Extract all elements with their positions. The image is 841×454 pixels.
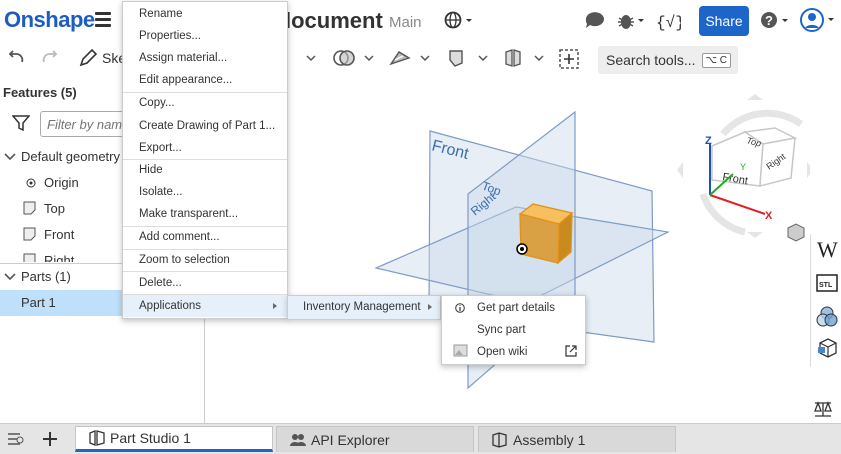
- z-axis-label: Z: [705, 135, 712, 147]
- menu-item-zoom-to-selection[interactable]: Zoom to selection: [123, 249, 287, 271]
- menu-item-properties[interactable]: Properties...: [123, 25, 287, 47]
- plane-icon: [23, 227, 36, 241]
- view-options-icon[interactable]: [787, 223, 810, 242]
- tab-label: API Explorer: [311, 431, 390, 448]
- wikipedia-icon[interactable]: W: [816, 237, 838, 261]
- inventory-submenu: Get part details Sync part Open wiki: [441, 295, 586, 365]
- add-tab-icon[interactable]: [42, 431, 58, 447]
- y-axis-label: Y: [740, 162, 746, 172]
- tab-assembly-1[interactable]: Assembly 1: [478, 426, 676, 452]
- menu-item-isolate[interactable]: Isolate...: [123, 181, 287, 203]
- color-circles-icon[interactable]: [815, 305, 839, 329]
- part-studio-icon: [89, 430, 105, 446]
- submenu-arrow-icon: [428, 304, 432, 310]
- help-icon[interactable]: ?: [760, 11, 792, 31]
- chat-icon[interactable]: [584, 11, 606, 31]
- wiki-image-icon: [453, 344, 468, 357]
- menu-item-assign-material[interactable]: Assign material...: [123, 47, 287, 69]
- extrude-dropdown-icon[interactable]: [287, 48, 317, 68]
- cube-export-icon[interactable]: [816, 337, 838, 359]
- search-tools-input[interactable]: Search tools... ⌥ C: [598, 46, 738, 74]
- external-link-icon: [565, 345, 577, 357]
- plane-icon: [23, 253, 36, 262]
- features-header: Features (5): [3, 85, 77, 100]
- api-users-icon: [290, 433, 306, 446]
- tree-item-label: Top: [44, 201, 65, 216]
- menu-item-applications[interactable]: Applications: [123, 295, 287, 317]
- search-shortcut-badge: ⌥ C: [701, 52, 732, 68]
- document-title[interactable]: locument: [285, 8, 383, 34]
- right-app-strip: W STL: [810, 234, 841, 367]
- share-button[interactable]: Share: [699, 6, 749, 36]
- sketch-pencil-icon[interactable]: [78, 48, 98, 68]
- menu-item-sync-part[interactable]: Sync part: [477, 319, 526, 341]
- part-1-body[interactable]: [518, 203, 574, 265]
- menu-item-rename[interactable]: Rename: [123, 3, 287, 25]
- search-tools-label: Search tools...: [606, 52, 696, 68]
- redo-icon[interactable]: [40, 48, 60, 66]
- part-context-menu: Rename Properties... Assign material... …: [122, 1, 288, 319]
- menu-item-applications-label: Applications: [139, 300, 202, 312]
- tree-item-label: Default geometry: [21, 149, 120, 164]
- menu-item-get-part-details[interactable]: Get part details: [477, 297, 555, 319]
- document-branch[interactable]: Main: [389, 14, 422, 31]
- info-icon: [455, 303, 465, 313]
- filter-input[interactable]: [40, 111, 130, 137]
- origin-icon: [26, 178, 36, 188]
- tab-bar: Part Studio 1 API Explorer Assembly 1: [0, 423, 841, 454]
- menu-item-inventory-management[interactable]: Inventory Management: [303, 296, 421, 318]
- tab-label: Part Studio 1: [110, 430, 191, 446]
- menu-item-make-transparent[interactable]: Make transparent...: [123, 203, 287, 225]
- menu-item-delete[interactable]: Delete...: [123, 272, 287, 294]
- svg-text:W: W: [817, 237, 838, 261]
- svg-text:?: ?: [765, 13, 773, 28]
- code-icon[interactable]: {√}: [655, 9, 681, 33]
- menu-item-open-wiki[interactable]: Open wiki: [477, 341, 528, 363]
- undo-icon[interactable]: [6, 48, 26, 66]
- onshape-logo[interactable]: Onshape: [4, 7, 95, 33]
- applications-submenu: Inventory Management: [287, 295, 441, 320]
- assembly-icon: [492, 431, 507, 448]
- tree-item-label: Right: [44, 253, 75, 262]
- x-axis-label: X: [765, 210, 773, 222]
- hamburger-menu-icon[interactable]: [95, 12, 111, 27]
- menu-item-add-comment[interactable]: Add comment...: [123, 226, 287, 248]
- tab-label: Assembly 1: [513, 431, 586, 448]
- tab-part-studio-1[interactable]: Part Studio 1: [75, 426, 273, 452]
- chevron-down-icon[interactable]: [4, 152, 16, 162]
- stl-icon[interactable]: STL: [816, 272, 838, 294]
- mirror-icon[interactable]: [503, 48, 549, 68]
- tab-manager-icon[interactable]: [6, 431, 26, 447]
- tab-api-explorer[interactable]: API Explorer: [276, 426, 474, 452]
- menu-item-export[interactable]: Export...: [123, 137, 287, 159]
- origin-marker: [516, 243, 528, 255]
- graphics-viewport[interactable]: Front Top Right Top Front Right Z X Y: [205, 74, 810, 423]
- fillet-icon[interactable]: [389, 48, 435, 68]
- submenu-arrow-icon: [273, 303, 277, 309]
- menu-item-copy[interactable]: Copy...: [123, 92, 287, 114]
- part-label: Part 1: [21, 295, 56, 310]
- parts-header-label: Parts (1): [21, 269, 71, 284]
- tree-item-label: Origin: [44, 175, 79, 190]
- globe-icon[interactable]: [444, 11, 476, 31]
- menu-item-create-drawing[interactable]: Create Drawing of Part 1...: [123, 115, 287, 137]
- plane-icon[interactable]: [447, 48, 493, 68]
- add-custom-feature-icon[interactable]: [558, 48, 580, 70]
- bug-icon[interactable]: [616, 10, 646, 32]
- user-icon[interactable]: [800, 8, 838, 34]
- scale-icon[interactable]: [812, 401, 834, 419]
- tree-item-label: Front: [44, 227, 75, 242]
- svg-text:{√}: {√}: [656, 14, 681, 32]
- boolean-icon[interactable]: [333, 48, 379, 68]
- filter-icon[interactable]: [12, 115, 30, 131]
- menu-item-edit-appearance[interactable]: Edit appearance...: [123, 69, 287, 91]
- chevron-down-icon[interactable]: [4, 272, 16, 282]
- menu-item-hide[interactable]: Hide: [123, 159, 287, 181]
- svg-text:STL: STL: [819, 282, 833, 289]
- plane-icon: [23, 201, 36, 215]
